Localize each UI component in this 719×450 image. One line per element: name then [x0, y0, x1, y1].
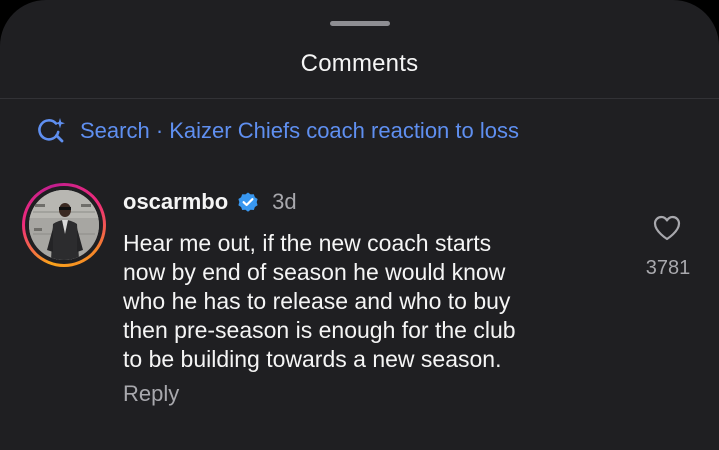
reply-button[interactable]: Reply — [123, 381, 179, 407]
drag-handle[interactable] — [330, 21, 390, 26]
person-photo-icon — [29, 190, 99, 260]
sheet-title: Comments — [300, 50, 419, 77]
search-sparkle-icon — [38, 118, 65, 143]
verified-badge-icon — [238, 192, 258, 212]
comment-header: oscarmbo 3d — [123, 187, 297, 217]
comments-sheet: Comments Search · Kaizer Chiefs coach re… — [0, 0, 719, 450]
username[interactable]: oscarmbo — [123, 189, 228, 215]
comment-item: oscarmbo 3d Hear me out, if the new coac… — [0, 175, 719, 435]
header-divider — [0, 98, 719, 99]
heart-outline-icon[interactable] — [652, 213, 682, 243]
comment-text: Hear me out, if the new coach starts now… — [123, 230, 516, 372]
comment-timestamp: 3d — [272, 189, 297, 214]
search-suggestion[interactable]: Search · Kaizer Chiefs coach reaction to… — [36, 114, 519, 148]
search-suggestion-text: Search · Kaizer Chiefs coach reaction to… — [80, 118, 519, 143]
like-count: 3781 — [645, 257, 691, 279]
avatar[interactable] — [22, 183, 106, 267]
avatar-image — [29, 190, 99, 260]
